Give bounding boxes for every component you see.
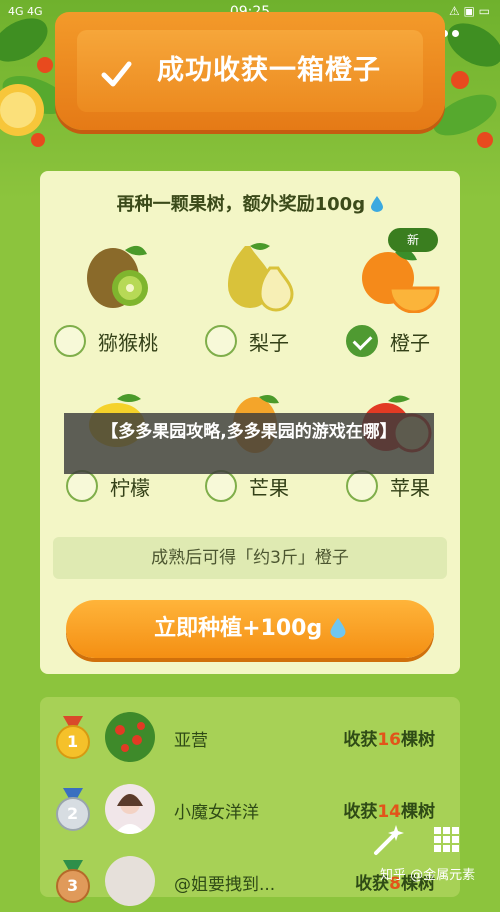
rank-harvest: 收获14棵树 (343, 797, 435, 822)
rank-name: 小魔女洋洋 (174, 803, 259, 823)
grid-menu-icon[interactable] (432, 825, 462, 855)
harvest-prefix: 收获 (343, 730, 378, 750)
avatar (105, 784, 155, 834)
harvest-prefix: 收获 (343, 802, 378, 822)
rank-name: 亚营 (174, 731, 208, 751)
option-orange[interactable]: 橙子 (346, 323, 430, 359)
option-label: 梨子 (249, 330, 289, 355)
rank-harvest: 收获16棵树 (343, 725, 435, 750)
option-pear[interactable]: 梨子 (205, 323, 289, 359)
rank-number: 2 (67, 804, 79, 823)
water-drop-icon (330, 618, 346, 638)
radio-orange-checked[interactable] (346, 325, 378, 357)
banner-title-wrap: 成功收获一箱橙子 (0, 48, 500, 87)
water-drop-icon (371, 196, 384, 212)
option-label: 猕猴桃 (98, 330, 158, 355)
option-kiwi[interactable]: 猕猴桃 (54, 323, 158, 359)
card-subtitle: 再种一颗果树，额外奖励100g (0, 190, 500, 216)
radio-mango[interactable] (205, 470, 237, 502)
radio-kiwi[interactable] (54, 325, 86, 357)
harvest-suffix: 棵树 (401, 730, 435, 750)
rank-number: 1 (67, 732, 79, 751)
pear-image[interactable] (195, 238, 315, 312)
kiwi-image[interactable] (60, 238, 180, 308)
harvest-suffix: 棵树 (401, 802, 435, 822)
option-label: 芒果 (249, 475, 289, 500)
article-title-overlay: 【多多果园攻略,多多果园的游戏在哪】 (64, 413, 434, 474)
option-label: 柠檬 (110, 475, 150, 500)
radio-lemon[interactable] (66, 470, 98, 502)
plant-now-label: 立即种植+100g (154, 616, 323, 641)
rank-number: 3 (67, 876, 79, 895)
ranking-row[interactable]: 1 亚营 收获16棵树 (55, 708, 445, 768)
plant-now-button[interactable]: 立即种植+100g (66, 600, 434, 658)
status-icons: ⚠ ▣ ▭ (448, 4, 490, 18)
radio-apple[interactable] (346, 470, 378, 502)
option-label: 苹果 (390, 475, 430, 500)
harvest-count: 14 (377, 802, 401, 822)
banner-title: 成功收获一箱橙子 (157, 55, 381, 86)
harvest-estimate: 成熟后可得「约3斤」橙子 (53, 537, 447, 579)
harvest-count: 16 (377, 730, 401, 750)
avatar (105, 856, 155, 906)
watermark: 知乎 @金属元素 (380, 868, 476, 883)
card-subtitle-text: 再种一颗果树，额外奖励100g (116, 194, 366, 215)
radio-pear[interactable] (205, 325, 237, 357)
new-badge: 新 (388, 228, 438, 252)
option-label: 橙子 (390, 330, 430, 355)
rank-name: @姐要拽到... (174, 875, 276, 895)
magic-wand-icon[interactable] (370, 823, 404, 857)
avatar (105, 712, 155, 762)
